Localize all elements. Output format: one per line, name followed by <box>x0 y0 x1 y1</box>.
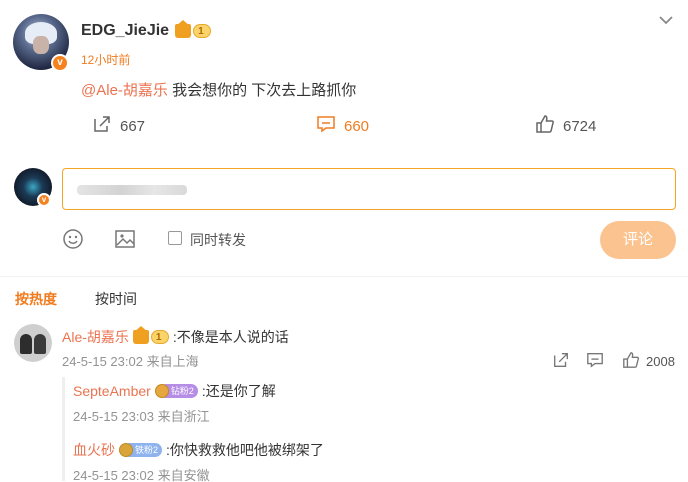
thumbs-up-icon <box>622 351 640 372</box>
share-icon <box>552 351 570 374</box>
repost-count: 667 <box>120 117 146 135</box>
comment-icon <box>586 351 604 374</box>
chevron-down-icon[interactable] <box>656 12 676 28</box>
comment-text: :不像是本人说的话 <box>172 329 289 345</box>
comment-like-button[interactable]: 2008 <box>622 351 675 372</box>
reply-author-name[interactable]: 血火砂 <box>73 440 115 460</box>
fan-crown-icon <box>119 443 133 457</box>
sort-by-time-tab[interactable]: 按时间 <box>95 289 137 309</box>
reply-text: :还是你了解 <box>201 383 276 399</box>
crown-icon <box>132 326 149 344</box>
like-count: 6724 <box>563 117 597 135</box>
repost-button[interactable]: 667 <box>92 114 145 138</box>
post-timestamp[interactable]: 12小时前 <box>81 51 130 68</box>
avatar-face <box>33 36 49 54</box>
vip-level: 1 <box>193 24 212 38</box>
repost-checkbox-label[interactable]: 同时转发 <box>190 230 246 250</box>
section-divider <box>0 276 688 277</box>
comment-input-placeholder <box>77 185 187 195</box>
sort-by-hot-tab[interactable]: 按热度 <box>15 289 57 309</box>
comment-meta: 24-5-15 23:02 来自上海 <box>62 354 199 369</box>
reply-author-name[interactable]: SepteAmber <box>73 383 151 399</box>
vip-level-badge: 1 <box>132 326 169 345</box>
post-body-text: 我会想你的 下次去上路抓你 <box>167 82 357 99</box>
post-content: @Ale-胡嘉乐 我会想你的 下次去上路抓你 <box>81 79 356 100</box>
fan-crown-icon <box>154 384 169 398</box>
reply-item: 血火砂 铁粉2 :你快救救他吧他被绑架了 <box>73 440 324 460</box>
comment-item: Ale-胡嘉乐 1 :不像是本人说的话 <box>62 326 289 347</box>
verified-badge-icon: v <box>51 54 69 72</box>
comment-icon <box>316 114 336 138</box>
fan-badge: 铁粉2 <box>119 442 163 458</box>
reply-meta: 24-5-15 23:03 来自浙江 <box>73 409 210 424</box>
post-mention-link[interactable]: @Ale-胡嘉乐 <box>81 82 168 99</box>
submit-comment-button[interactable]: 评论 <box>600 221 676 259</box>
thumbs-up-icon <box>535 114 555 138</box>
reply-text: :你快救救他吧他被绑架了 <box>166 442 324 458</box>
comment-count: 660 <box>344 117 370 135</box>
post-author-name-text[interactable]: EDG_JieJie <box>81 22 169 40</box>
repost-checkbox[interactable] <box>168 231 182 245</box>
comment-share-button[interactable] <box>552 351 570 374</box>
reply-meta: 24-5-15 23:02 来自安徽 <box>73 468 210 482</box>
image-icon[interactable] <box>114 228 136 250</box>
like-button[interactable]: 6724 <box>535 114 596 138</box>
verified-badge-icon: v <box>37 193 51 207</box>
commenter-avatar[interactable] <box>14 324 52 362</box>
crown-icon <box>175 20 192 38</box>
vip-level-badge: 1 <box>175 20 212 39</box>
emoji-icon[interactable] <box>62 228 84 250</box>
vip-level: 1 <box>150 330 169 344</box>
comment-input[interactable] <box>62 168 676 210</box>
avatar-figure <box>34 334 46 354</box>
comment-button[interactable]: 660 <box>316 114 369 138</box>
comment-like-count: 2008 <box>646 354 675 369</box>
commenter-name[interactable]: Ale-胡嘉乐 <box>62 327 129 347</box>
replies-thread-line <box>62 377 65 481</box>
comment-reply-button[interactable] <box>586 351 604 374</box>
share-icon <box>92 114 112 138</box>
avatar-figure <box>20 334 32 354</box>
reply-item: SepteAmber 钻粉2 :还是你了解 <box>73 381 276 401</box>
post-author-name[interactable]: EDG_JieJie 1 <box>81 20 212 40</box>
fan-badge: 钻粉2 <box>154 383 198 399</box>
